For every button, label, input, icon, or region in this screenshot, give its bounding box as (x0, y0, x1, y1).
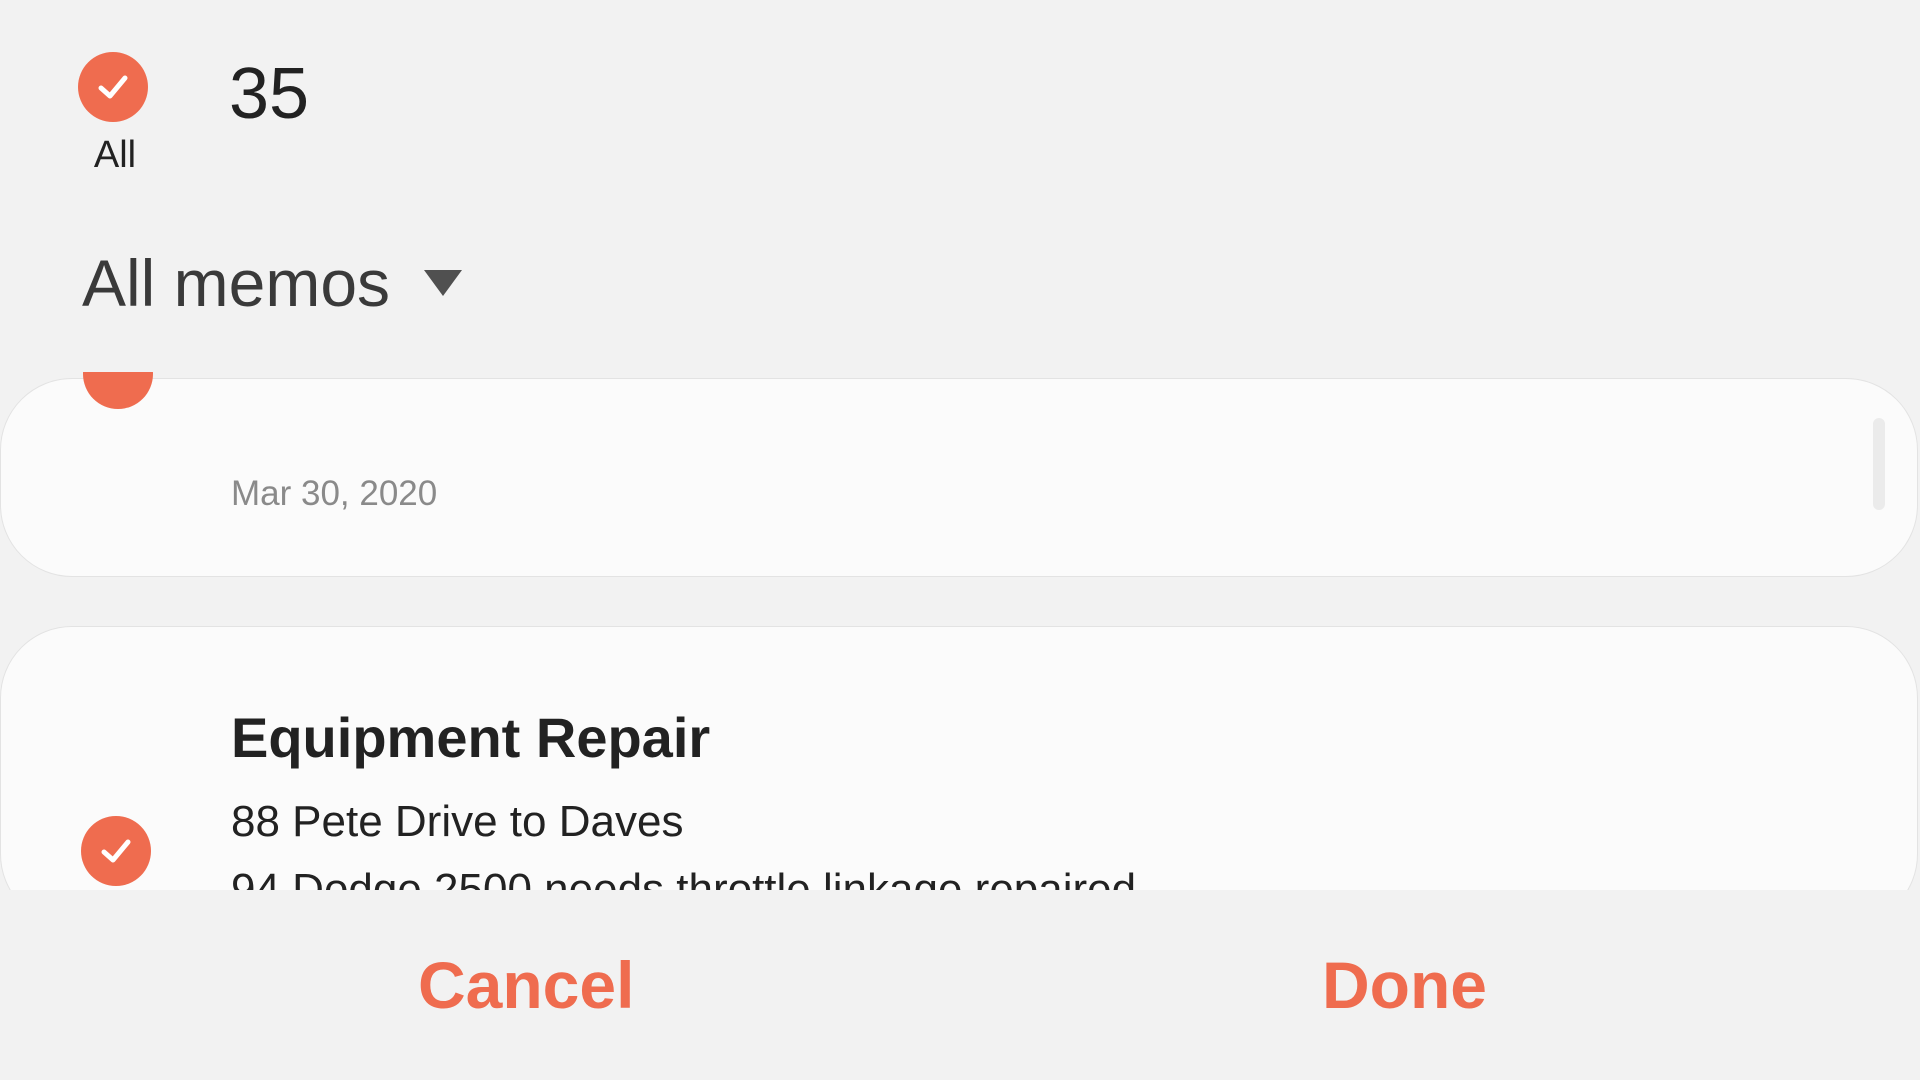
caret-down-icon (424, 270, 463, 296)
scrollbar[interactable] (1873, 418, 1885, 510)
cancel-button[interactable]: Cancel (418, 952, 634, 1018)
memo-date: Mar 30, 2020 (231, 474, 438, 513)
memo-selection-screen: All 35 All memos Mar 30, 2020 Equipment … (0, 0, 1920, 1080)
checkmark-icon (98, 75, 128, 99)
memo-preview-line: 88 Pete Drive to Daves (231, 797, 684, 846)
memo-preview-line: 94 Dodge 2500 needs throttle linkage rep… (231, 865, 1137, 890)
selected-count: 35 (229, 54, 310, 134)
checkmark-icon (101, 839, 131, 863)
checkmark-circle-icon[interactable] (78, 52, 148, 122)
memo-filter-dropdown[interactable]: All memos (82, 246, 463, 320)
filter-label: All memos (82, 246, 391, 320)
memo-list[interactable]: Mar 30, 2020 Equipment Repair 88 Pete Dr… (0, 372, 1920, 890)
memo-card[interactable]: Mar 30, 2020 (0, 372, 1918, 577)
checkmark-circle-icon[interactable] (81, 816, 151, 886)
select-all-toggle[interactable]: All (78, 52, 152, 177)
select-all-label: All (93, 134, 137, 176)
memo-card[interactable]: Equipment Repair 88 Pete Drive to Daves … (0, 626, 1918, 890)
checkmark-circle-icon[interactable] (83, 372, 153, 409)
memo-title: Equipment Repair (231, 706, 711, 769)
done-button[interactable]: Done (1322, 952, 1487, 1018)
